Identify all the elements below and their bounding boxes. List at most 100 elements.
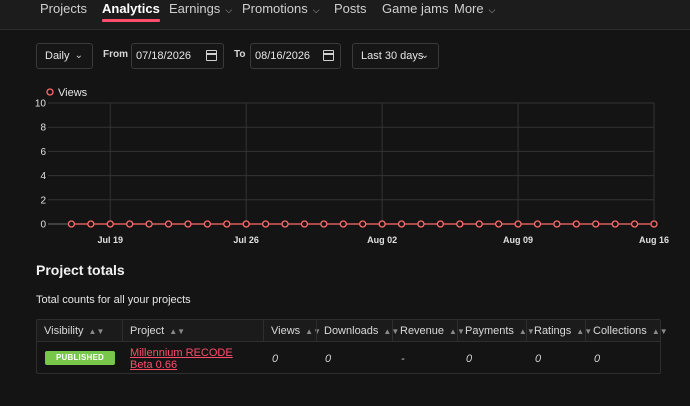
data-point <box>203 220 212 228</box>
column-ratings[interactable]: Ratings ▲▼ <box>526 320 592 342</box>
column-label: Payments <box>465 325 514 337</box>
data-point <box>281 220 289 228</box>
data-point <box>397 220 406 228</box>
to-date-input[interactable]: 08/16/2026 <box>250 43 341 69</box>
downloads-value: 0 <box>325 353 332 365</box>
data-point <box>164 220 173 228</box>
calendar-icon[interactable] <box>323 50 334 61</box>
views-chart: 0 2 4 6 8 10 Jul 19 Jul 26 Aug 02 Aug 09 Aug 16 Vie… <box>0 82 690 252</box>
nav-promotions-label: Promotions <box>242 1 308 16</box>
payments-value: 0 <box>466 353 473 365</box>
y-tick-label: 10 <box>35 99 47 110</box>
to-date-value: 08/16/2026 <box>255 50 311 62</box>
section-title: Project totals <box>36 262 125 278</box>
from-date-value: 07/18/2026 <box>136 50 192 62</box>
nav-analytics[interactable]: Analytics <box>102 0 160 22</box>
interval-select-value: Daily <box>45 50 70 62</box>
section-subtitle: Total counts for all your projects <box>36 294 191 306</box>
data-point <box>184 220 192 228</box>
views-value: 0 <box>272 353 279 365</box>
column-project[interactable]: Project ▲▼ <box>122 320 263 342</box>
chevron-down-icon: ⌵ <box>488 5 496 15</box>
data-point <box>630 220 639 228</box>
from-label: From <box>103 49 128 60</box>
column-views[interactable]: Views ▲▼ <box>263 320 321 342</box>
data-point <box>300 220 309 228</box>
nav-earnings-label: Earnings <box>169 1 221 16</box>
y-tick-label: 2 <box>40 195 46 206</box>
table-row: PUBLISHED Millennium RECODE Beta 0.66 0 … <box>37 342 662 374</box>
x-tick-label: Jul 26 <box>233 235 259 245</box>
nav-promotions[interactable]: Promotions ⌵ <box>242 0 320 20</box>
analytics-filters: Daily ⌄ From 07/18/2026 To 08/16/2026 La… <box>0 43 690 69</box>
calendar-icon[interactable] <box>206 50 217 61</box>
data-point <box>553 220 561 228</box>
data-point <box>572 220 580 228</box>
y-tick-label: 0 <box>40 220 46 231</box>
column-collections[interactable]: Collections ▲▼ <box>585 320 668 342</box>
data-point <box>67 220 76 228</box>
data-point <box>87 220 95 228</box>
chevron-down-icon: ⌵ <box>225 5 233 15</box>
column-label: Views <box>271 325 301 337</box>
nav-earnings[interactable]: Earnings ⌵ <box>169 0 232 20</box>
column-payments[interactable]: Payments ▲▼ <box>457 320 535 342</box>
legend-label: Views <box>58 87 88 99</box>
column-label: Project <box>130 325 165 337</box>
collections-value: 0 <box>594 353 601 365</box>
sort-icon: ▲▼ <box>651 327 668 336</box>
data-point <box>261 220 270 228</box>
y-tick-label: 4 <box>40 171 46 182</box>
data-point <box>223 220 231 228</box>
data-point <box>126 220 134 228</box>
column-revenue[interactable]: Revenue ▲▼ <box>392 320 465 342</box>
x-tick-label: Aug 09 <box>503 235 533 245</box>
project-totals-table: Visibility ▲▼ Project ▲▼ Views ▲▼ Downloads… <box>36 319 668 374</box>
interval-select[interactable]: Daily ⌄ <box>36 43 93 69</box>
data-point <box>339 220 347 228</box>
column-label: Ratings <box>534 325 572 337</box>
sort-icon: ▲▼ <box>88 327 105 336</box>
data-point <box>533 220 542 228</box>
data-point <box>456 220 464 228</box>
data-point <box>320 220 328 228</box>
nav-game-jams-label: Game jams <box>382 1 449 16</box>
data-point <box>436 220 445 228</box>
data-point <box>650 220 658 228</box>
top-nav: Projects Analytics Earnings ⌵ Promotions ⌵… <box>0 0 690 30</box>
views-chart-svg: 0 2 4 6 8 10 Jul 19 Jul 26 Aug 02 Aug 09 Aug 16 Vie… <box>35 87 669 245</box>
column-downloads[interactable]: Downloads ▲▼ <box>316 320 399 342</box>
data-point <box>514 220 522 228</box>
data-point <box>359 220 367 228</box>
chevron-down-icon: ⌄ <box>420 50 429 61</box>
y-tick-label: 6 <box>40 147 46 158</box>
date-range-value: Last 30 days <box>361 50 424 62</box>
column-label: Downloads <box>324 325 379 337</box>
date-range-select[interactable]: Last 30 days ⌄ <box>352 43 439 69</box>
chevron-down-icon: ⌄ <box>74 50 83 61</box>
y-tick-label: 8 <box>40 123 46 134</box>
chevron-down-icon: ⌵ <box>312 5 320 15</box>
ratings-value: 0 <box>535 353 542 365</box>
data-point <box>611 220 619 228</box>
to-label: To <box>234 49 246 60</box>
project-link[interactable]: Millennium RECODE Beta 0.66 <box>130 347 250 371</box>
status-badge: PUBLISHED <box>45 351 115 365</box>
legend-marker <box>46 88 54 96</box>
nav-projects[interactable]: Projects <box>40 0 87 20</box>
revenue-value: - <box>401 353 405 365</box>
data-point <box>494 220 503 228</box>
nav-more[interactable]: More ⌵ <box>454 0 495 20</box>
from-date-input[interactable]: 07/18/2026 <box>131 43 224 69</box>
column-visibility[interactable]: Visibility ▲▼ <box>37 320 122 342</box>
data-point <box>475 220 483 228</box>
nav-posts-label: Posts <box>334 1 367 16</box>
data-point <box>145 220 153 228</box>
column-label: Revenue <box>400 325 445 337</box>
nav-more-label: More <box>454 1 484 16</box>
nav-posts[interactable]: Posts <box>334 0 367 20</box>
data-point <box>592 220 600 228</box>
x-tick-label: Aug 16 <box>639 235 669 245</box>
nav-game-jams[interactable]: Game jams <box>382 0 448 20</box>
data-point <box>242 220 250 228</box>
